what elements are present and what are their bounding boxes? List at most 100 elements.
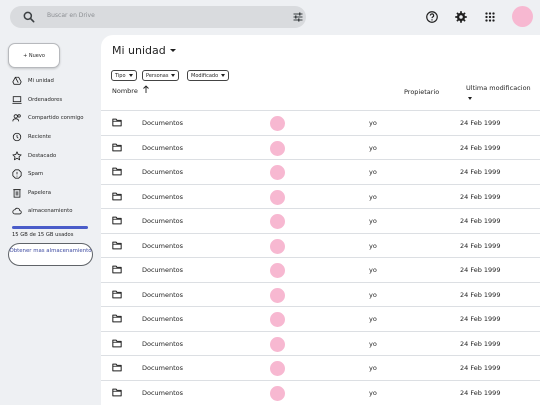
file-modified-date: 24 Feb 1999 bbox=[460, 192, 501, 201]
table-row[interactable]: Documentos yo 24 Feb 1999 bbox=[101, 159, 540, 184]
sidebar-item-starred[interactable]: Destacado bbox=[12, 149, 100, 163]
file-name[interactable]: Documentos bbox=[142, 340, 183, 348]
file-list-panel: Mi unidad Tipo Personas Modificado Nombr… bbox=[101, 35, 540, 405]
folder-icon bbox=[112, 167, 122, 176]
filter-people-chip[interactable]: Personas bbox=[142, 70, 180, 81]
search-icon[interactable] bbox=[22, 10, 36, 24]
file-modified-date: 24 Feb 1999 bbox=[460, 168, 501, 176]
file-name[interactable]: Documentos bbox=[142, 168, 183, 176]
file-name[interactable]: Documentos bbox=[142, 119, 183, 127]
file-modified-date: 24 Feb 1999 bbox=[460, 388, 501, 397]
sidebar-item-recent[interactable]: Reciente bbox=[12, 130, 100, 144]
file-name[interactable]: Documentos bbox=[142, 291, 183, 299]
chevron-down-icon bbox=[221, 74, 226, 77]
file-name[interactable]: Documentos bbox=[142, 144, 183, 152]
sidebar-item-label: Compartido conmigo bbox=[28, 115, 84, 121]
file-owner: yo bbox=[369, 119, 377, 127]
help-icon[interactable] bbox=[425, 10, 439, 24]
owner-avatar bbox=[270, 385, 285, 401]
sidebar-item-storage[interactable]: almacenamiento bbox=[12, 204, 100, 218]
folder-icon bbox=[112, 192, 122, 200]
sidebar-item-label: Ordenadores bbox=[28, 97, 63, 103]
file-owner: yo bbox=[369, 266, 377, 274]
spam-icon bbox=[12, 169, 22, 179]
owner-avatar bbox=[270, 214, 285, 229]
file-owner: yo bbox=[369, 339, 377, 348]
table-row[interactable]: Documentos yo 24 Feb 1999 bbox=[101, 208, 540, 233]
file-name[interactable]: Documentos bbox=[142, 364, 183, 372]
file-name[interactable]: Documentos bbox=[142, 315, 183, 323]
filter-tune-icon[interactable] bbox=[292, 11, 304, 23]
owner-avatar bbox=[270, 189, 285, 205]
sort-ascending-icon[interactable] bbox=[142, 85, 150, 94]
table-row[interactable]: Documentos yo 24 Feb 1999 bbox=[101, 110, 540, 135]
storage-usage-text: 15 GB de 15 GB usados bbox=[12, 232, 74, 238]
sidebar-item-label: Papelera bbox=[28, 190, 51, 196]
file-table: Documentos yo 24 Feb 1999 Documentos yo 24 Fe… bbox=[101, 110, 540, 404]
search-bar[interactable]: Buscar en Drive bbox=[10, 6, 306, 28]
sidebar-item-trash[interactable]: Papelera bbox=[12, 186, 100, 200]
new-button[interactable]: + Nuevo bbox=[8, 43, 60, 68]
sidebar-item-my-drive[interactable]: Mi unidad bbox=[12, 74, 100, 88]
chevron-down-icon[interactable] bbox=[468, 97, 472, 100]
file-name[interactable]: Documentos bbox=[142, 217, 183, 225]
file-owner: yo bbox=[369, 290, 377, 299]
shared-icon bbox=[12, 114, 21, 122]
table-row[interactable]: Documentos yo 24 Feb 1999 bbox=[101, 330, 540, 356]
folder-icon bbox=[112, 241, 122, 249]
file-owner: yo bbox=[369, 315, 377, 323]
file-name[interactable]: Documentos bbox=[142, 389, 183, 397]
owner-avatar bbox=[270, 165, 285, 180]
sidebar-item-label: Mi unidad bbox=[28, 78, 54, 84]
table-row[interactable]: Documentos yo 24 Feb 1999 bbox=[101, 379, 540, 405]
file-modified-date: 24 Feb 1999 bbox=[460, 315, 501, 323]
file-name[interactable]: Documentos bbox=[142, 242, 183, 250]
file-owner: yo bbox=[369, 192, 377, 201]
folder-icon bbox=[112, 388, 122, 396]
get-more-storage-button[interactable]: Obtener mas almacenamiento bbox=[8, 243, 93, 266]
file-modified-date: 24 Feb 1999 bbox=[460, 266, 501, 274]
clock-icon bbox=[12, 132, 22, 142]
owner-avatar bbox=[270, 336, 285, 352]
file-modified-date: 24 Feb 1999 bbox=[460, 241, 501, 250]
search-input[interactable]: Buscar en Drive bbox=[47, 12, 95, 19]
table-row[interactable]: Documentos yo 24 Feb 1999 bbox=[101, 257, 540, 282]
column-header-owner[interactable]: Propietario bbox=[404, 88, 439, 96]
storage-progress-bar bbox=[12, 226, 88, 229]
filter-type-chip[interactable]: Tipo bbox=[111, 70, 137, 81]
file-modified-date: 24 Feb 1999 bbox=[460, 339, 501, 348]
file-name[interactable]: Documentos bbox=[142, 193, 183, 201]
page-title[interactable]: Mi unidad bbox=[112, 44, 176, 57]
sidebar-item-shared[interactable]: Compartido conmigo bbox=[12, 111, 100, 125]
file-modified-date: 24 Feb 1999 bbox=[460, 119, 501, 127]
chevron-down-icon bbox=[169, 49, 176, 52]
column-header-name[interactable]: Nombre bbox=[112, 87, 138, 95]
table-row[interactable]: Documentos yo 24 Feb 1999 bbox=[101, 232, 540, 258]
table-row[interactable]: Documentos yo 24 Feb 1999 bbox=[101, 134, 540, 160]
sidebar-item-label: Destacado bbox=[28, 153, 57, 159]
settings-icon[interactable] bbox=[454, 10, 468, 24]
star-icon bbox=[12, 151, 22, 161]
owner-avatar bbox=[270, 312, 285, 327]
apps-grid-icon[interactable] bbox=[483, 10, 497, 24]
folder-icon bbox=[112, 290, 122, 298]
table-row[interactable]: Documentos yo 24 Feb 1999 bbox=[101, 306, 540, 331]
file-owner: yo bbox=[369, 364, 377, 372]
cloud-icon bbox=[12, 207, 22, 215]
filter-modified-chip[interactable]: Modificado bbox=[187, 70, 230, 81]
file-owner: yo bbox=[369, 217, 377, 225]
owner-avatar bbox=[270, 140, 285, 156]
file-modified-date: 24 Feb 1999 bbox=[460, 143, 501, 152]
sidebar-item-computers[interactable]: Ordenadores bbox=[12, 93, 100, 107]
file-owner: yo bbox=[369, 168, 377, 176]
table-row[interactable]: Documentos yo 24 Feb 1999 bbox=[101, 183, 540, 209]
table-row[interactable]: Documentos yo 24 Feb 1999 bbox=[101, 355, 540, 380]
file-name[interactable]: Documentos bbox=[142, 266, 183, 274]
sidebar-item-spam[interactable]: Spam bbox=[12, 167, 100, 181]
column-header-modified[interactable]: Ultima modificacion bbox=[466, 84, 531, 92]
owner-avatar bbox=[270, 287, 285, 303]
folder-icon bbox=[112, 216, 122, 225]
owner-avatar bbox=[270, 361, 285, 376]
table-row[interactable]: Documentos yo 24 Feb 1999 bbox=[101, 281, 540, 307]
account-avatar[interactable] bbox=[512, 6, 533, 27]
